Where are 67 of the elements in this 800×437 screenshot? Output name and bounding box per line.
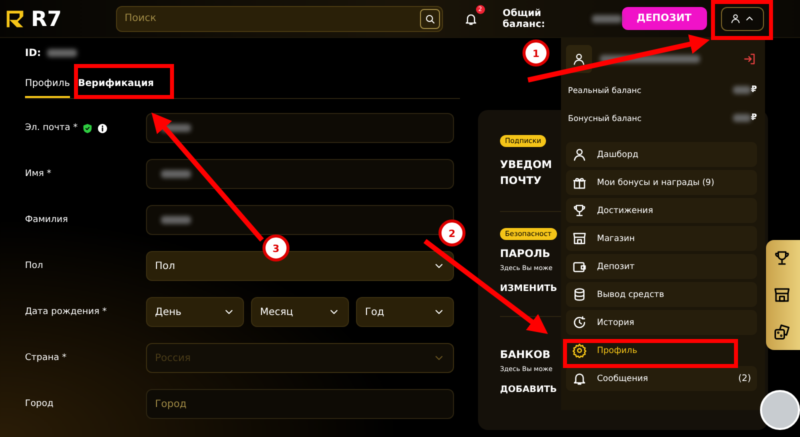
- bell-icon: [572, 371, 587, 386]
- section-title: БАНКОВ: [500, 348, 550, 363]
- shop-icon: [572, 231, 587, 246]
- menu-item[interactable]: Дашборд: [566, 142, 757, 167]
- balance-label: Бонусный баланс: [568, 114, 642, 122]
- field-label: Страна *: [25, 353, 67, 363]
- select-field[interactable]: Месяц: [251, 297, 349, 327]
- menu-item[interactable]: Депозит: [566, 254, 757, 279]
- input-field[interactable]: [146, 113, 454, 143]
- step-number: 1: [522, 40, 550, 66]
- menu-item[interactable]: Достижения: [566, 198, 757, 223]
- user-icon: [572, 52, 586, 66]
- coins-icon: [572, 287, 587, 302]
- clock-icon: [572, 315, 587, 330]
- trophy-icon: [572, 203, 587, 218]
- user-menu-button[interactable]: [720, 6, 764, 30]
- field-label: Имя *: [25, 169, 52, 179]
- menu-item[interactable]: Сообщения (2): [566, 366, 757, 391]
- redacted-balance: [732, 86, 751, 94]
- search-icon: [424, 12, 436, 24]
- section-link[interactable]: ИЗМЕНИТЬ: [500, 284, 558, 294]
- section-title: ПАРОЛЬ: [500, 247, 550, 262]
- field-label: Дата рождения *: [25, 307, 107, 317]
- select-field[interactable]: День: [146, 297, 244, 327]
- user-icon: [572, 147, 587, 162]
- settings-icon: [572, 343, 587, 358]
- field-label: Город: [25, 399, 54, 409]
- currency-sign: ₽: [750, 85, 757, 95]
- logout-icon: [743, 52, 757, 66]
- currency-sign: ₽: [750, 113, 757, 123]
- wallet-icon: [572, 259, 587, 274]
- input-field[interactable]: [146, 159, 454, 189]
- shop-icon: [773, 286, 791, 304]
- menu-item[interactable]: Мои бонусы и награды (9): [566, 170, 757, 195]
- field-label: Фамилия: [25, 215, 68, 225]
- tab[interactable]: Профиль: [25, 71, 70, 98]
- dice-icon: [773, 322, 791, 341]
- menu-item[interactable]: История: [566, 310, 757, 335]
- select-field[interactable]: Пол: [146, 251, 454, 281]
- id-label: ID:: [25, 48, 42, 58]
- input-field[interactable]: Город: [146, 389, 454, 419]
- select-field[interactable]: Год: [356, 297, 454, 327]
- menu-item[interactable]: Магазин: [566, 226, 757, 251]
- search-field[interactable]: Поиск: [116, 6, 443, 32]
- deposit-button[interactable]: ДЕПОЗИТ: [622, 7, 706, 30]
- menu-item[interactable]: Вывод средств: [566, 282, 757, 307]
- input-field[interactable]: [146, 205, 454, 235]
- step-number: 2: [438, 220, 466, 246]
- balance-label: Реальный баланс: [568, 86, 642, 94]
- bell-icon: [464, 12, 478, 26]
- search-button[interactable]: [420, 8, 440, 28]
- trophy-icon: [773, 249, 791, 268]
- redacted-balance: [732, 114, 751, 122]
- logo-text: R7: [31, 6, 62, 30]
- field-label: Пол: [25, 261, 44, 271]
- user-icon: [730, 13, 741, 24]
- field-label: Эл. почта *: [25, 123, 78, 133]
- step-number: 3: [262, 234, 290, 262]
- section-link[interactable]: ДОБАВИТЬ: [500, 385, 557, 395]
- gift-icon: [572, 175, 587, 190]
- support-avatar[interactable]: [760, 390, 800, 430]
- message-count: (2): [738, 374, 751, 384]
- highlight-frame: [711, 0, 773, 40]
- logout-button[interactable]: [743, 52, 757, 66]
- tab[interactable]: Верификация: [78, 71, 154, 98]
- balance-label: Общий баланс:: [502, 8, 546, 30]
- section-title: УВЕДОМ ПОЧТУ: [500, 158, 552, 189]
